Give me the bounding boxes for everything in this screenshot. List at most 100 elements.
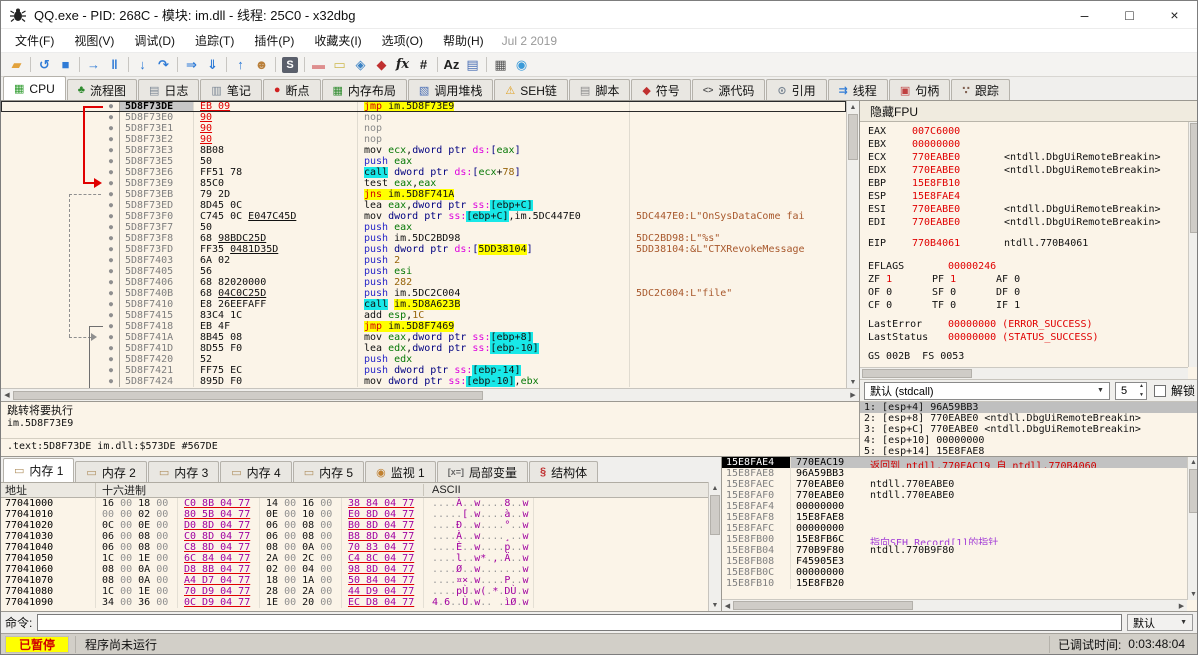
tab-struct[interactable]: §结构体 [529, 461, 598, 482]
stack-horizontal-scrollbar[interactable]: ◀ ▶ [722, 599, 1187, 611]
disasm-row[interactable]: ●5D8F73E550push eax [1, 156, 846, 167]
disasm-row[interactable]: ●5D8F73ED8D45 0Clea eax,dword ptr ss:[eb… [1, 200, 846, 211]
minimize-button[interactable]: – [1062, 1, 1107, 29]
breakpoint-dot-icon[interactable]: ● [103, 112, 119, 123]
stack-row[interactable]: 15E8FAF0770EABE0ntdll.770EABE0 [722, 490, 1187, 501]
flags-row[interactable]: OF 0SF 0DF 0 [868, 286, 1183, 299]
disasm-row[interactable]: ●5D8F741D8D55 F0lea edx,dword ptr ss:[eb… [1, 343, 846, 354]
scroll-up-icon[interactable]: ▲ [709, 482, 721, 494]
stack-row[interactable]: 15E8FB04770B9F80ntdll.770B9F80 [722, 545, 1187, 556]
disasm-row[interactable]: ●5D8F7424895D F0mov dword ptr ss:[ebp-10… [1, 376, 846, 387]
register-row-edx[interactable]: EDX770EABE0<ntdll.DbgUiRemoteBreakin> [868, 164, 1183, 177]
dump-row[interactable]: 770410801C 00 1E 0070 D9 04 7728 00 2A 0… [1, 586, 708, 597]
breakpoint-dot-icon[interactable]: ● [103, 145, 119, 156]
breakpoint-dot-icon[interactable]: ● [103, 244, 119, 255]
dump-row[interactable]: 7704101000 00 02 0080 5B 04 770E 00 10 0… [1, 509, 708, 520]
label-icon[interactable]: ◈ [350, 55, 371, 75]
tab-trace[interactable]: ∵跟踪 [951, 79, 1010, 100]
stop-icon[interactable]: ■ [55, 55, 76, 75]
menu-options[interactable]: 选项(O) [372, 29, 433, 52]
run-icon[interactable]: → [83, 55, 104, 75]
breakpoint-dot-icon[interactable]: ● [103, 123, 119, 134]
disasm-row[interactable]: ●5D8F7418EB 4Fjmp im.5D8F7469 [1, 321, 846, 332]
stack-row[interactable]: 15E8FAF815E8FAE8 [722, 512, 1187, 523]
stepper-up-icon[interactable]: ▲ [1139, 384, 1144, 389]
menu-file[interactable]: 文件(F) [5, 29, 64, 52]
tab-breakpoints[interactable]: ●断点 [263, 79, 321, 100]
breakpoint-dot-icon[interactable]: ● [103, 178, 119, 189]
register-row-edi[interactable]: EDI770EABE0<ntdll.DbgUiRemoteBreakin> [868, 216, 1183, 229]
stack-row[interactable]: 15E8FAF400000000 [722, 501, 1187, 512]
breakpoint-dot-icon[interactable]: ● [103, 255, 119, 266]
breakpoint-dot-icon[interactable]: ● [103, 277, 119, 288]
dump-row[interactable]: 7704107008 00 0A 00A4 D7 04 7718 00 1A 0… [1, 575, 708, 586]
register-row-ebp[interactable]: EBP15E8FB10 [868, 177, 1183, 190]
dump-row[interactable]: 7704106008 00 0A 00D8 8B 04 7702 00 04 0… [1, 564, 708, 575]
disasm-vertical-scrollbar[interactable]: ▲ ▼ [846, 101, 859, 388]
stack-argument-row[interactable]: 3: [esp+C] 770EABE0 <ntdll.DbgUiRemoteBr… [860, 424, 1198, 435]
assemble-icon[interactable]: Az [441, 55, 462, 75]
tab-handles[interactable]: ▣句柄 [889, 79, 950, 100]
disasm-row[interactable]: ●5D8F73F0C745 0C E047C45Dmov dword ptr s… [1, 211, 846, 222]
tab-notes[interactable]: ▥笔记 [200, 79, 261, 100]
disasm-row[interactable]: ●5D8F73FDFF35 0481D35Dpush dword ptr ds:… [1, 244, 846, 255]
breakpoint-dot-icon[interactable]: ● [103, 156, 119, 167]
scroll-down-icon[interactable]: ▼ [709, 599, 721, 611]
tab-watch-1[interactable]: ◉监视 1 [365, 461, 436, 482]
breakpoint-dot-icon[interactable]: ● [103, 343, 119, 354]
tab-dump-1[interactable]: ▭内存 1 [3, 458, 74, 482]
disasm-row[interactable]: ●5D8F73F868 98BDC25Dpush im.5DC2BD985DC2… [1, 233, 846, 244]
tab-references[interactable]: ⊙引用 [766, 79, 826, 100]
lasterror-row[interactable]: LastError00000000 (ERROR_SUCCESS) [868, 318, 1183, 331]
disasm-row[interactable]: ●5D8F7410E8 26EEFAFFcall im.5D8A623B [1, 299, 846, 310]
breakpoint-dot-icon[interactable]: ● [103, 321, 119, 332]
laststatus-row[interactable]: LastStatus00000000 (STATUS_SUCCESS) [868, 331, 1183, 344]
scrollbar-thumb[interactable] [862, 369, 972, 378]
scrollbar-thumb[interactable] [13, 391, 483, 400]
execute-till-return-icon[interactable]: ↑ [230, 55, 251, 75]
calculator-icon[interactable]: ▦ [490, 55, 511, 75]
dump-row[interactable]: 7704100016 00 18 00C0 8B 04 7714 00 16 0… [1, 498, 708, 509]
disasm-horizontal-scrollbar[interactable]: ◀ ▶ [1, 388, 859, 401]
breakpoint-dot-icon[interactable]: ● [103, 211, 119, 222]
disasm-row[interactable]: ●5D8F742052push edx [1, 354, 846, 365]
function-icon[interactable]: fx [392, 55, 413, 75]
stack-argument-row[interactable]: 1: [esp+4] 96A59BB3 [860, 402, 1198, 413]
disasm-row[interactable]: ●5D8F73E090nop [1, 112, 846, 123]
scrollbar-thumb[interactable] [710, 495, 720, 535]
menu-favourites[interactable]: 收藏夹(I) [304, 29, 371, 52]
unlock-checkbox[interactable] [1154, 385, 1166, 397]
breakpoint-dot-icon[interactable]: ● [103, 310, 119, 321]
disasm-row[interactable]: ●5D8F73F750push eax [1, 222, 846, 233]
scroll-up-icon[interactable]: ▲ [847, 101, 859, 113]
tab-cpu[interactable]: ▦CPU [3, 76, 66, 100]
patch-icon[interactable]: ▬ [308, 55, 329, 75]
restart-icon[interactable]: ↺ [34, 55, 55, 75]
command-input[interactable] [37, 614, 1122, 631]
stepper-arrows[interactable]: ▲ ▼ [1139, 384, 1144, 398]
register-row-esi[interactable]: ESI770EABE0<ntdll.DbgUiRemoteBreakin> [868, 203, 1183, 216]
menu-trace[interactable]: 追踪(T) [185, 29, 244, 52]
disasm-row[interactable]: ●5D8F73E38B08mov ecx,dword ptr ds:[eax] [1, 145, 846, 156]
disasm-row[interactable]: ●5D8F73E190nop [1, 123, 846, 134]
stack-row[interactable]: 15E8FB1015E8FB20 [722, 578, 1187, 589]
scylla-icon[interactable]: ▤ [462, 55, 483, 75]
tab-dump-2[interactable]: ▭内存 2 [75, 461, 146, 482]
step-out-icon[interactable]: ⇓ [202, 55, 223, 75]
breakpoint-dot-icon[interactable]: ● [103, 266, 119, 277]
disasm-row[interactable]: ●5D8F73EB79 2Djns im.5D8F741A [1, 189, 846, 200]
disasm-row[interactable]: ●5D8F740668 82020000push 282 [1, 277, 846, 288]
register-row-ecx[interactable]: ECX770EABE0<ntdll.DbgUiRemoteBreakin> [868, 151, 1183, 164]
disasm-row[interactable]: ●5D8F73E6FF51 78call dword ptr ds:[ecx+7… [1, 167, 846, 178]
disasm-row[interactable]: ●5D8F7421FF75 ECpush dword ptr ss:[ebp-1… [1, 365, 846, 376]
scrollbar-thumb[interactable] [1190, 123, 1198, 233]
scroll-right-icon[interactable]: ▶ [1176, 602, 1187, 610]
tab-log[interactable]: ▤日志 [138, 79, 199, 100]
open-file-icon[interactable]: ▰ [6, 55, 27, 75]
stack-argument-row[interactable]: 2: [esp+8] 770EABE0 <ntdll.DbgUiRemoteBr… [860, 413, 1198, 424]
stack-row[interactable]: 15E8FAEC770EABE0ntdll.770EABE0 [722, 479, 1187, 490]
scrollbar-thumb[interactable] [1189, 469, 1198, 513]
tab-seh[interactable]: ⚠SEH链 [494, 79, 568, 100]
menu-help[interactable]: 帮助(H) [433, 29, 494, 52]
registers-horizontal-scrollbar[interactable] [860, 367, 1188, 379]
